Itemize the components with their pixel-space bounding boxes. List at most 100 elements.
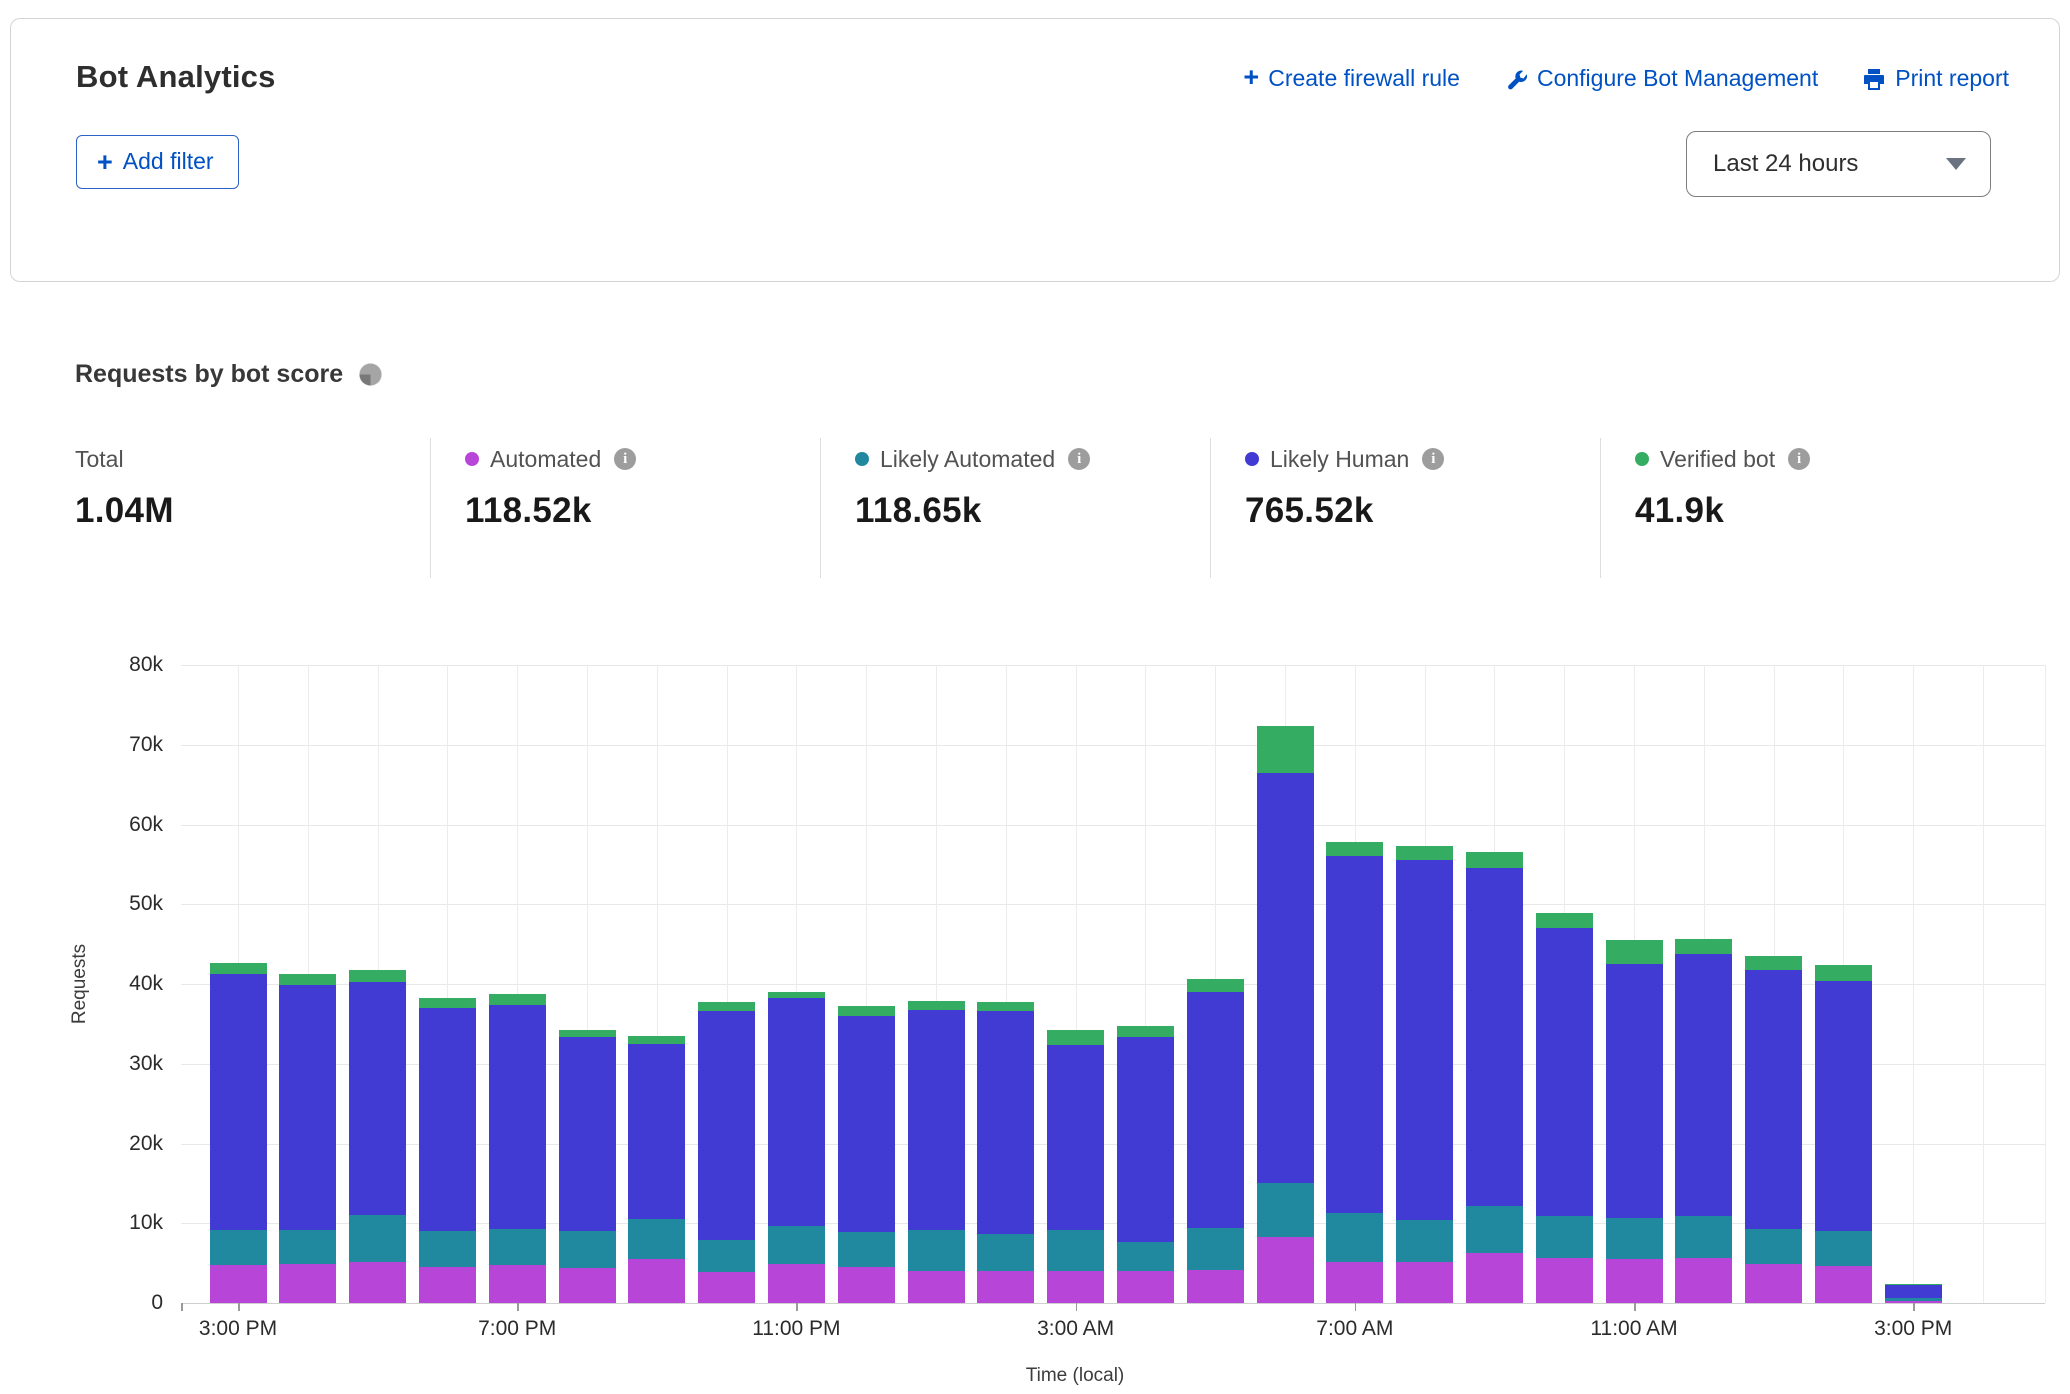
bar-segment-likely_automated[interactable]: [1187, 1228, 1244, 1270]
bar-segment-verified_bot[interactable]: [1257, 726, 1314, 772]
bar-segment-verified_bot[interactable]: [1117, 1026, 1174, 1037]
bar-segment-verified_bot[interactable]: [559, 1030, 616, 1038]
bar-segment-likely_automated[interactable]: [559, 1231, 616, 1268]
bar-1-00-am[interactable]: [908, 1001, 965, 1303]
bar-segment-automated[interactable]: [1396, 1262, 1453, 1303]
action-link-create-firewall-rule[interactable]: +Create firewall rule: [1243, 65, 1460, 92]
bar-segment-likely_human[interactable]: [1606, 964, 1663, 1218]
bar-segment-likely_automated[interactable]: [1326, 1213, 1383, 1262]
bar-segment-likely_human[interactable]: [1326, 856, 1383, 1212]
bar-segment-automated[interactable]: [1047, 1271, 1104, 1303]
bar-segment-likely_automated[interactable]: [1396, 1220, 1453, 1262]
bar-segment-likely_automated[interactable]: [628, 1219, 685, 1259]
bar-segment-likely_automated[interactable]: [489, 1229, 546, 1265]
bar-segment-automated[interactable]: [489, 1265, 546, 1303]
bar-segment-likely_automated[interactable]: [1117, 1242, 1174, 1272]
bar-segment-likely_human[interactable]: [1536, 928, 1593, 1216]
bar-10-00-pm[interactable]: [698, 1002, 755, 1303]
bar-segment-likely_human[interactable]: [698, 1011, 755, 1240]
bar-segment-verified_bot[interactable]: [1187, 979, 1244, 992]
bar-segment-automated[interactable]: [1815, 1266, 1872, 1303]
bar-segment-automated[interactable]: [768, 1264, 825, 1303]
bar-3-00-am[interactable]: [1047, 1030, 1104, 1303]
bar-segment-likely_human[interactable]: [489, 1005, 546, 1229]
bar-segment-likely_human[interactable]: [559, 1037, 616, 1231]
bar-segment-automated[interactable]: [1606, 1259, 1663, 1303]
bar-segment-verified_bot[interactable]: [1396, 846, 1453, 860]
bar-segment-verified_bot[interactable]: [1815, 965, 1872, 981]
bar-segment-automated[interactable]: [349, 1262, 406, 1303]
bar-segment-likely_automated[interactable]: [1606, 1218, 1663, 1259]
bar-segment-likely_automated[interactable]: [1536, 1216, 1593, 1257]
bar-11-00-pm[interactable]: [768, 992, 825, 1303]
bar-segment-verified_bot[interactable]: [628, 1036, 685, 1044]
bar-segment-verified_bot[interactable]: [210, 963, 267, 973]
bar-segment-likely_automated[interactable]: [1047, 1230, 1104, 1271]
bar-7-00-pm[interactable]: [489, 994, 546, 1303]
bar-segment-likely_automated[interactable]: [349, 1215, 406, 1262]
bar-segment-likely_human[interactable]: [1675, 954, 1732, 1216]
bar-segment-likely_human[interactable]: [768, 998, 825, 1226]
bar-2-00-pm[interactable]: [1815, 965, 1872, 1303]
bar-6-00-pm[interactable]: [419, 998, 476, 1303]
bar-segment-automated[interactable]: [1117, 1271, 1174, 1303]
bar-segment-verified_bot[interactable]: [489, 994, 546, 1004]
bar-segment-likely_automated[interactable]: [1466, 1206, 1523, 1253]
bar-segment-likely_automated[interactable]: [279, 1230, 336, 1264]
bar-8-00-am[interactable]: [1396, 846, 1453, 1303]
bar-segment-verified_bot[interactable]: [419, 998, 476, 1008]
info-icon[interactable]: i: [1788, 448, 1810, 470]
bar-segment-likely_human[interactable]: [1815, 981, 1872, 1231]
bar-12-00-am[interactable]: [838, 1006, 895, 1303]
bar-segment-automated[interactable]: [279, 1264, 336, 1303]
action-link-configure-bot-management[interactable]: Configure Bot Management: [1504, 65, 1818, 92]
bar-segment-likely_automated[interactable]: [698, 1240, 755, 1272]
bar-segment-automated[interactable]: [838, 1267, 895, 1303]
bar-7-00-am[interactable]: [1326, 842, 1383, 1303]
bar-segment-verified_bot[interactable]: [1326, 842, 1383, 856]
bar-6-00-am[interactable]: [1257, 726, 1314, 1303]
bar-segment-automated[interactable]: [1536, 1258, 1593, 1303]
bar-segment-likely_human[interactable]: [279, 985, 336, 1230]
bar-segment-likely_automated[interactable]: [977, 1234, 1034, 1271]
bar-segment-verified_bot[interactable]: [977, 1002, 1034, 1012]
bar-8-00-pm[interactable]: [559, 1029, 616, 1303]
bar-segment-likely_human[interactable]: [1117, 1037, 1174, 1242]
bar-3-00-pm[interactable]: [210, 963, 267, 1303]
bar-3-00-pm[interactable]: [1885, 1284, 1942, 1303]
bar-segment-automated[interactable]: [1675, 1258, 1732, 1303]
bar-5-00-am[interactable]: [1187, 979, 1244, 1303]
bar-segment-automated[interactable]: [1745, 1264, 1802, 1303]
bar-segment-likely_automated[interactable]: [908, 1230, 965, 1271]
bar-segment-verified_bot[interactable]: [1606, 940, 1663, 964]
bar-5-00-pm[interactable]: [349, 970, 406, 1303]
bar-segment-likely_automated[interactable]: [1675, 1216, 1732, 1258]
bar-9-00-pm[interactable]: [628, 1036, 685, 1303]
bar-segment-verified_bot[interactable]: [908, 1001, 965, 1011]
bar-segment-likely_human[interactable]: [210, 974, 267, 1230]
bar-12-00-pm[interactable]: [1675, 939, 1732, 1303]
bar-segment-verified_bot[interactable]: [838, 1006, 895, 1016]
add-filter-button[interactable]: + Add filter: [76, 135, 239, 189]
bar-segment-automated[interactable]: [559, 1268, 616, 1303]
bar-segment-likely_human[interactable]: [908, 1010, 965, 1229]
bar-segment-likely_automated[interactable]: [1745, 1229, 1802, 1264]
bar-segment-likely_automated[interactable]: [838, 1232, 895, 1267]
bar-segment-verified_bot[interactable]: [1745, 956, 1802, 970]
bar-segment-automated[interactable]: [1326, 1262, 1383, 1303]
bar-segment-automated[interactable]: [698, 1272, 755, 1303]
bar-segment-likely_human[interactable]: [349, 982, 406, 1215]
bar-segment-likely_human[interactable]: [1257, 773, 1314, 1184]
bar-segment-likely_human[interactable]: [1047, 1045, 1104, 1231]
bar-segment-automated[interactable]: [1187, 1270, 1244, 1303]
bar-segment-automated[interactable]: [628, 1259, 685, 1303]
bar-segment-likely_human[interactable]: [1885, 1285, 1942, 1299]
time-range-dropdown[interactable]: Last 24 hours: [1686, 131, 1991, 197]
bar-segment-verified_bot[interactable]: [1466, 852, 1523, 867]
bar-4-00-am[interactable]: [1117, 1025, 1174, 1303]
bar-segment-automated[interactable]: [210, 1265, 267, 1303]
bar-segment-likely_human[interactable]: [1466, 868, 1523, 1206]
bar-4-00-pm[interactable]: [279, 974, 336, 1303]
action-link-print-report[interactable]: Print report: [1862, 65, 2009, 92]
bar-9-00-am[interactable]: [1466, 852, 1523, 1303]
